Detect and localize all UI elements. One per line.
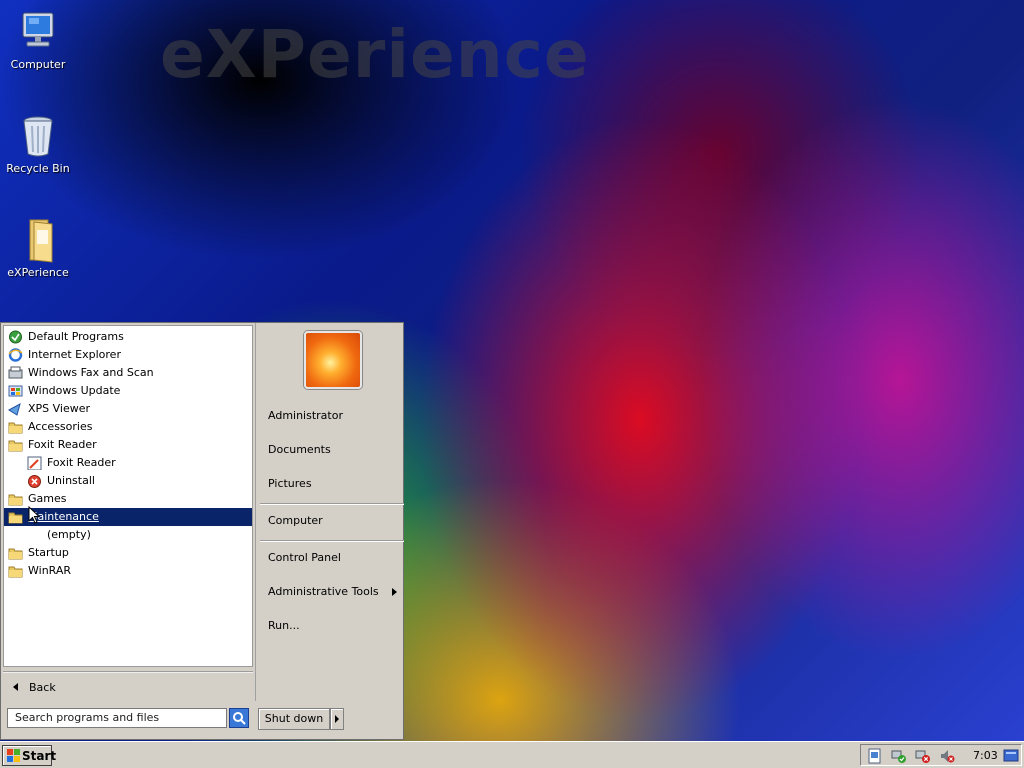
fax-scan-icon bbox=[8, 366, 23, 379]
taskbar: Start 7:03 bbox=[0, 741, 1024, 768]
network-icon[interactable] bbox=[891, 748, 907, 764]
desktop-icon-label: eXPerience bbox=[7, 266, 69, 279]
start-item-administrator[interactable]: Administrator bbox=[268, 407, 343, 425]
folder-icon bbox=[8, 494, 23, 506]
start-menu: Default Programs Internet Explorer Windows… bbox=[0, 322, 404, 740]
folder-icon bbox=[8, 440, 23, 452]
program-item-label: Foxit Reader bbox=[47, 456, 116, 469]
program-item[interactable]: Default Programs bbox=[4, 328, 252, 346]
start-label: Start bbox=[22, 749, 57, 763]
program-item[interactable]: Internet Explorer bbox=[4, 346, 252, 364]
program-item[interactable]: Startup bbox=[4, 544, 252, 562]
program-item-label: (empty) bbox=[47, 528, 91, 541]
program-item-label: Windows Update bbox=[28, 384, 121, 397]
search-icon bbox=[233, 712, 246, 725]
program-item-label: Windows Fax and Scan bbox=[28, 366, 154, 379]
program-item-label: Accessories bbox=[28, 420, 93, 433]
start-item-run[interactable]: Run... bbox=[268, 617, 300, 635]
desktop-icon-label: Recycle Bin bbox=[6, 162, 70, 175]
back-label: Back bbox=[29, 681, 56, 694]
network-disconnected-icon[interactable] bbox=[915, 748, 931, 764]
back-button[interactable]: Back bbox=[3, 671, 253, 703]
clock[interactable]: 7:03 bbox=[973, 749, 998, 762]
folder-icon bbox=[29, 219, 53, 263]
foxit-reader-icon bbox=[27, 456, 42, 470]
program-item-label: Internet Explorer bbox=[28, 348, 121, 361]
program-item-label: XPS Viewer bbox=[28, 402, 91, 415]
desktop-icon-computer[interactable]: Computer bbox=[0, 8, 76, 71]
action-center-icon[interactable] bbox=[867, 748, 883, 764]
uninstall-icon bbox=[28, 475, 41, 488]
submenu-arrow-icon bbox=[392, 588, 397, 596]
start-item-documents[interactable]: Documents bbox=[268, 441, 331, 459]
xps-viewer-icon bbox=[8, 402, 21, 416]
program-item-label: Foxit Reader bbox=[28, 438, 97, 451]
desktop-icon-recycle-bin[interactable]: Recycle Bin bbox=[0, 112, 76, 175]
desktop-icon-label: Computer bbox=[10, 58, 66, 71]
chevron-right-icon bbox=[335, 715, 339, 723]
folder-icon bbox=[8, 548, 23, 560]
program-item[interactable]: Foxit Reader bbox=[4, 454, 252, 472]
program-item-label: Uninstall bbox=[47, 474, 95, 487]
windows-logo-icon bbox=[7, 749, 20, 762]
start-menu-right-pane: Administrator Documents Pictures Compute… bbox=[255, 323, 404, 701]
mouse-cursor-icon bbox=[28, 506, 40, 524]
volume-muted-icon[interactable] bbox=[939, 748, 955, 764]
default-programs-icon bbox=[9, 330, 22, 344]
program-item-label: Startup bbox=[28, 546, 69, 559]
search-input[interactable]: Search programs and files bbox=[7, 708, 227, 728]
separator bbox=[260, 540, 404, 542]
start-item-control-panel[interactable]: Control Panel bbox=[268, 549, 341, 567]
shutdown-button[interactable]: Shut down bbox=[258, 708, 330, 730]
program-item-label: Default Programs bbox=[28, 330, 124, 343]
start-item-pictures[interactable]: Pictures bbox=[268, 475, 312, 493]
internet-explorer-icon bbox=[8, 348, 23, 362]
folder-icon bbox=[8, 512, 23, 524]
computer-icon bbox=[22, 12, 54, 47]
program-item[interactable]: Windows Update bbox=[4, 382, 252, 400]
separator bbox=[260, 503, 404, 505]
folder-icon bbox=[8, 422, 23, 434]
folder-icon bbox=[8, 566, 23, 578]
show-desktop-icon[interactable] bbox=[1003, 748, 1019, 764]
program-item[interactable]: Maintenance bbox=[4, 508, 252, 526]
program-item: (empty) bbox=[4, 526, 252, 544]
program-item-label: WinRAR bbox=[28, 564, 72, 577]
program-item[interactable]: Windows Fax and Scan bbox=[4, 364, 252, 382]
program-item[interactable]: WinRAR bbox=[4, 562, 252, 580]
program-item[interactable]: Games bbox=[4, 490, 252, 508]
windows-update-icon bbox=[8, 385, 23, 397]
start-item-administrative-tools[interactable]: Administrative Tools bbox=[268, 583, 379, 601]
back-arrow-icon bbox=[13, 683, 18, 691]
wallpaper-title: eXPerience bbox=[160, 16, 590, 93]
search-button[interactable] bbox=[229, 708, 249, 728]
program-item[interactable]: Foxit Reader bbox=[4, 436, 252, 454]
program-item[interactable]: Accessories bbox=[4, 418, 252, 436]
program-item[interactable]: XPS Viewer bbox=[4, 400, 252, 418]
desktop[interactable]: eXPerience Computer Recycle Bin eXPerien… bbox=[0, 0, 1024, 741]
shutdown-options-button[interactable] bbox=[330, 708, 344, 730]
recycle-bin-icon bbox=[23, 116, 53, 157]
user-picture[interactable] bbox=[304, 331, 362, 389]
desktop-icon-experience[interactable]: eXPerience bbox=[0, 216, 76, 279]
all-programs-list: Default Programs Internet Explorer Windows… bbox=[3, 325, 253, 667]
start-item-computer[interactable]: Computer bbox=[268, 512, 323, 530]
start-button[interactable]: Start bbox=[2, 745, 56, 766]
system-tray: 7:03 bbox=[860, 744, 1022, 766]
program-item[interactable]: Uninstall bbox=[4, 472, 252, 490]
